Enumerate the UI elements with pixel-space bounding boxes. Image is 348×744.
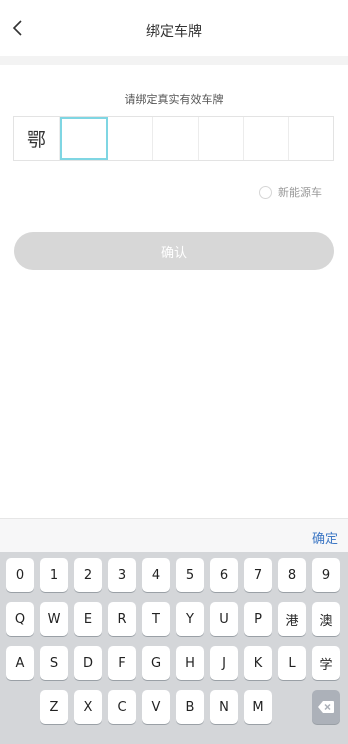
key[interactable]: G <box>142 646 170 680</box>
province-selector[interactable]: 鄂 <box>14 117 60 160</box>
plate-input: 鄂 <box>13 116 334 161</box>
key[interactable]: D <box>74 646 102 680</box>
new-energy-option[interactable]: 新能源车 <box>259 184 322 200</box>
key[interactable]: 5 <box>176 558 204 592</box>
keyboard-row-3: A S D F G H J K L 学 <box>0 646 348 680</box>
keyboard-row-2: Q W E R T Y U P 港 澳 <box>0 602 348 636</box>
key[interactable]: 2 <box>74 558 102 592</box>
page-title: 绑定车牌 <box>146 24 202 40</box>
key[interactable]: L <box>278 646 306 680</box>
key[interactable]: P <box>244 602 272 636</box>
key[interactable]: K <box>244 646 272 680</box>
key[interactable]: 3 <box>108 558 136 592</box>
confirm-button[interactable]: 确认 <box>14 232 334 270</box>
key[interactable]: 学 <box>312 646 340 680</box>
keyboard-done-button[interactable]: 确定 <box>312 528 338 547</box>
key[interactable]: 澳 <box>312 602 340 636</box>
plate-char-2[interactable] <box>108 117 154 160</box>
section-divider <box>0 56 348 65</box>
plate-char-5[interactable] <box>244 117 289 160</box>
keyboard-row-digits: 0 1 2 3 4 5 6 7 8 9 <box>0 558 348 592</box>
new-energy-label: 新能源车 <box>278 186 322 199</box>
key[interactable]: N <box>210 690 238 724</box>
key[interactable]: T <box>142 602 170 636</box>
key[interactable]: 7 <box>244 558 272 592</box>
keyboard-row-4: Z X C V B N M <box>0 690 348 724</box>
key[interactable]: 9 <box>312 558 340 592</box>
key[interactable]: B <box>176 690 204 724</box>
key[interactable]: U <box>210 602 238 636</box>
key[interactable]: H <box>176 646 204 680</box>
key[interactable]: Y <box>176 602 204 636</box>
delete-key[interactable] <box>312 690 340 724</box>
key[interactable]: 6 <box>210 558 238 592</box>
key[interactable]: C <box>108 690 136 724</box>
key[interactable]: Q <box>6 602 34 636</box>
key[interactable]: F <box>108 646 136 680</box>
key[interactable]: Z <box>40 690 68 724</box>
key[interactable]: 港 <box>278 602 306 636</box>
key[interactable]: 8 <box>278 558 306 592</box>
plate-char-6[interactable] <box>289 117 333 160</box>
key[interactable]: 1 <box>40 558 68 592</box>
plate-char-3[interactable] <box>153 117 199 160</box>
plate-char-1[interactable] <box>60 117 109 160</box>
key[interactable]: A <box>6 646 34 680</box>
nav-bar: 绑定车牌 <box>0 0 348 56</box>
key[interactable]: X <box>74 690 102 724</box>
plate-keyboard: 确定 0 1 2 3 4 5 6 7 8 9 Q W E R T Y U P 港… <box>0 518 348 744</box>
key[interactable]: S <box>40 646 68 680</box>
key[interactable]: 4 <box>142 558 170 592</box>
keyboard-toolbar: 确定 <box>0 518 348 552</box>
key[interactable]: M <box>244 690 272 724</box>
plate-char-4[interactable] <box>199 117 244 160</box>
key[interactable]: 0 <box>6 558 34 592</box>
key[interactable]: R <box>108 602 136 636</box>
key[interactable]: J <box>210 646 238 680</box>
key[interactable]: V <box>142 690 170 724</box>
backspace-icon <box>318 701 334 713</box>
key[interactable]: E <box>74 602 102 636</box>
new-energy-radio[interactable] <box>259 185 272 199</box>
instruction-text: 请绑定真实有效车牌 <box>124 93 224 106</box>
key[interactable]: W <box>40 602 68 636</box>
